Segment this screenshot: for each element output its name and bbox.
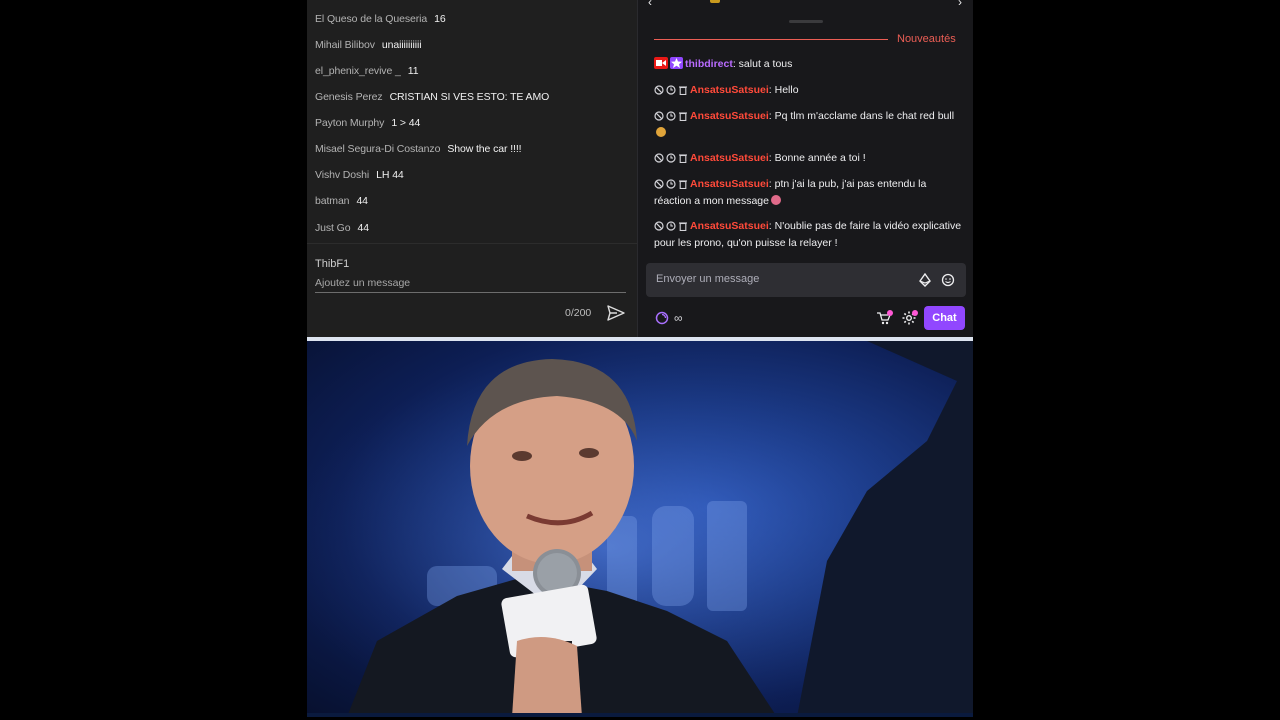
face-emoji-icon [770,195,781,205]
timeout-icon[interactable] [666,111,676,121]
ban-icon[interactable] [654,153,664,163]
youtube-chat-message: Payton Murphy 1 > 44 [315,113,633,133]
input-placeholder: Envoyer un message [656,273,760,285]
current-user-name: ThibF1 [315,258,350,270]
youtube-chat-message: Mihail Bilibov unaiiiiiiiiii [315,35,633,55]
emote-icon[interactable] [941,273,955,287]
message-author[interactable]: AnsatsuSatsuei [690,220,769,232]
video-bottom-bar [307,713,973,717]
youtube-live-chat: El Queso de la Queseria 16 Mihail Bilibo… [307,0,637,337]
message-author: Payton Murphy [315,117,385,129]
youtube-chat-message: El Queso de la Queseria 16 [315,9,633,29]
message-author: Misael Segura-Di Costanzo [315,143,441,155]
ban-icon[interactable] [654,221,664,231]
live-video-frame[interactable] [307,337,973,717]
message-text: unaiiiiiiiiii [381,39,422,51]
youtube-chat-message: el_phenix_revive _ 11 [315,61,633,81]
twitch-chat-message: AnsatsuSatsuei: Bonne année a toi ! [654,150,964,167]
chevron-left-icon[interactable]: ‹ [648,0,652,9]
vip-star-badge-icon [670,57,683,69]
message-author[interactable]: AnsatsuSatsuei [690,152,769,164]
message-author: Vishv Doshi [315,169,370,181]
twitch-chat-message: thibdirect: salut a tous [654,56,964,73]
message-text: CRISTIAN SI VES ESTO: TE AMO [389,91,550,103]
message-text: LH 44 [376,169,404,181]
notification-dot-icon [887,310,893,316]
message-author[interactable]: AnsatsuSatsuei [690,178,769,190]
message-author: batman [315,195,350,207]
gear-icon[interactable] [901,310,918,326]
broadcaster-badge-icon [654,57,668,69]
message-author: el_phenix_revive _ [315,65,401,77]
ban-icon[interactable] [654,111,664,121]
chat-send-button[interactable]: Chat [924,306,965,330]
bits-icon[interactable] [918,272,932,287]
timeout-icon[interactable] [666,221,676,231]
message-author: Genesis Perez [315,91,383,103]
youtube-chat-message: Genesis Perez CRISTIAN SI VES ESTO: TE A… [315,87,633,107]
message-text: 1 > 44 [391,117,421,129]
trash-icon[interactable] [678,153,688,163]
youtube-chat-composer: ThibF1 Ajoutez un message 0/200 [307,243,637,337]
chevron-right-icon[interactable]: › [958,0,962,9]
youtube-chat-message: Vishv Doshi LH 44 [315,165,633,185]
twitch-chat-message: AnsatsuSatsuei: Pq tlm m'acclame dans le… [654,108,964,142]
video-scene-image [307,341,973,717]
notification-dot-icon [912,310,918,316]
message-text: Show the car !!!! [447,143,522,155]
message-author: El Queso de la Queseria [315,13,428,25]
message-text: : salut a tous [732,58,793,70]
drag-handle[interactable] [789,20,823,23]
message-author: Just Go [315,222,351,234]
message-text: 44 [356,195,368,207]
timeout-icon[interactable] [666,85,676,95]
message-author[interactable]: thibdirect [685,58,733,70]
twitch-chat-message: AnsatsuSatsuei: ptn j'ai la pub, j'ai pa… [654,176,964,210]
new-messages-divider [654,39,888,40]
trash-icon[interactable] [678,179,688,189]
youtube-chat-message: Just Go 44 [315,218,633,238]
trash-icon[interactable] [678,85,688,95]
emote-icon [710,0,720,3]
ban-icon[interactable] [654,85,664,95]
channel-points-icon[interactable] [655,311,669,325]
message-text: : Bonne année a toi ! [768,152,866,164]
timeout-icon[interactable] [666,153,676,163]
message-text: : Hello [768,84,799,96]
channel-points-balance: ∞ [674,311,683,325]
message-text: 11 [407,65,419,77]
message-author[interactable]: AnsatsuSatsuei [690,110,769,122]
youtube-message-input[interactable]: Ajoutez un message [315,276,626,293]
youtube-chat-message: Misael Segura-Di Costanzo Show the car !… [315,139,633,159]
youtube-message-list: El Queso de la Queseria 16 Mihail Bilibo… [307,0,637,243]
youtube-chat-message: batman 44 [315,191,633,211]
twitch-message-input[interactable]: Envoyer un message [646,263,966,297]
face-emoji-icon [656,127,666,137]
trash-icon[interactable] [678,221,688,231]
message-author[interactable]: AnsatsuSatsuei [690,84,769,96]
trash-icon[interactable] [678,111,688,121]
message-text: : Pq tlm m'acclame dans le chat red bull [768,110,955,122]
message-text: 44 [357,222,369,234]
twitch-chat-message: AnsatsuSatsuei: Hello [654,82,964,99]
send-icon[interactable] [607,305,625,321]
twitch-chat-message: AnsatsuSatsuei: N'oublie pas de faire la… [654,218,964,252]
cart-icon[interactable] [876,310,893,325]
new-messages-label: Nouveautés [897,33,956,45]
message-text: 16 [434,13,446,25]
timeout-icon[interactable] [666,179,676,189]
char-counter: 0/200 [565,307,592,319]
twitch-chat: ‹ › Nouveautés thibdirect: salut a tous … [637,0,973,337]
message-author: Mihail Bilibov [315,39,375,51]
ban-icon[interactable] [654,179,664,189]
